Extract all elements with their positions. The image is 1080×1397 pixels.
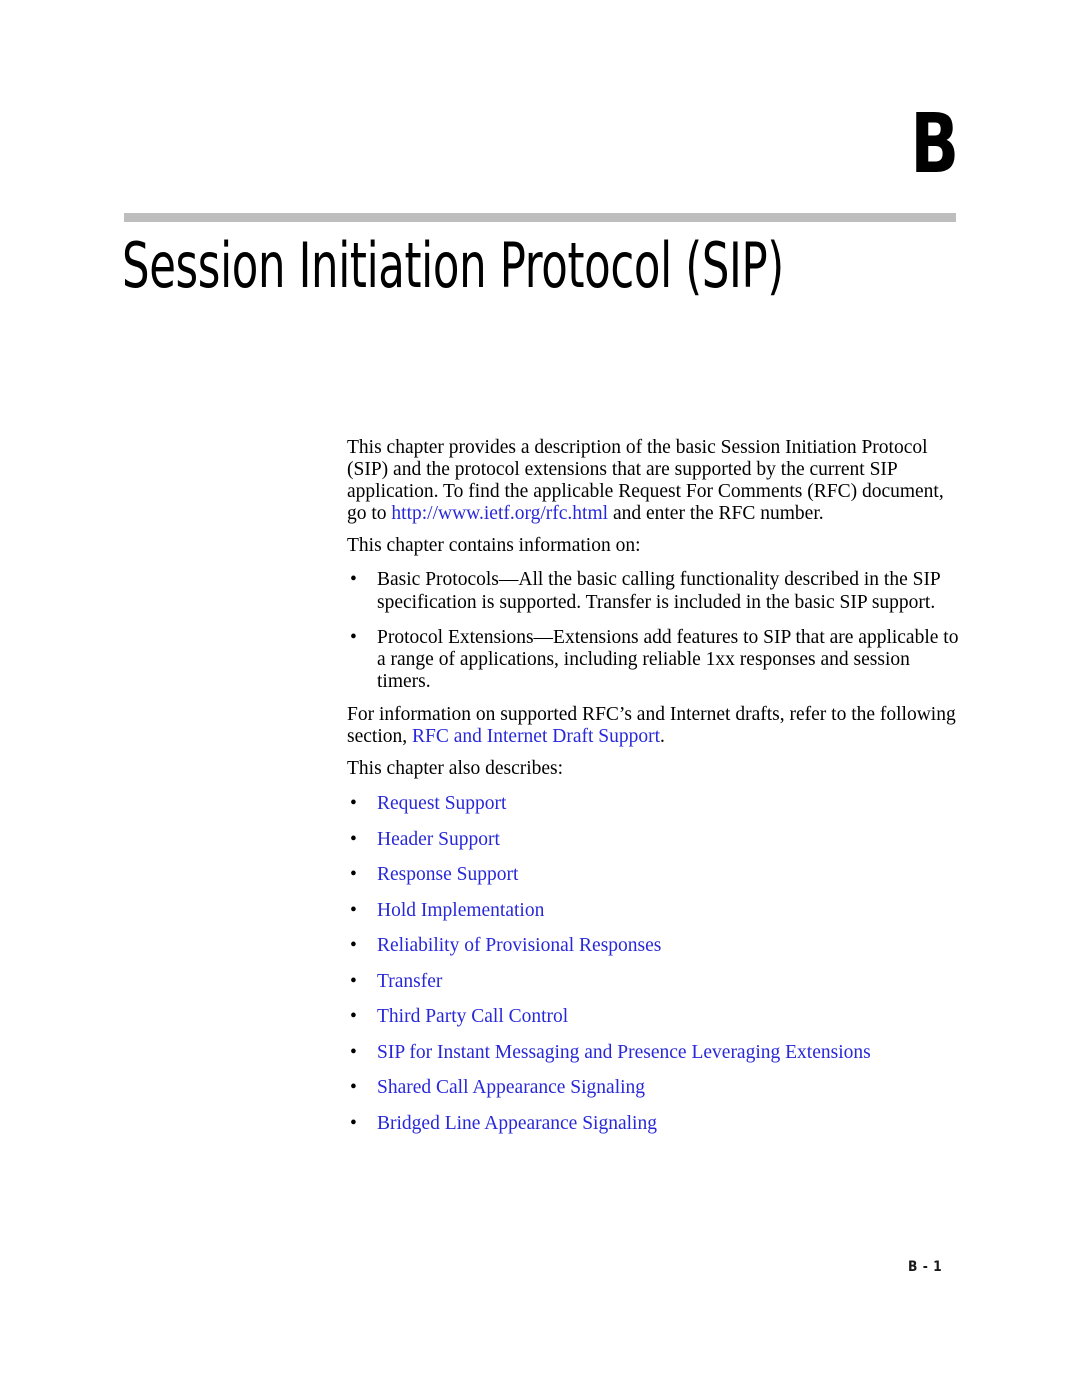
bullet-icon: • — [350, 1041, 357, 1063]
bullet-icon: • — [350, 1112, 357, 1134]
link-reliability-of-provisional-responses[interactable]: Reliability of Provisional Responses — [377, 935, 661, 956]
title-divider-rule — [124, 213, 956, 222]
list-item: • Third Party Call Control — [347, 1006, 962, 1028]
contains-information-line: This chapter contains information on: — [347, 535, 641, 557]
reference-text-after: . — [660, 726, 665, 748]
list-item: • SIP for Instant Messaging and Presence … — [347, 1042, 962, 1064]
body-content: This chapter provides a description of t… — [347, 437, 962, 1148]
bullet-icon: • — [350, 1077, 357, 1099]
list-item: • Shared Call Appearance Signaling — [347, 1077, 962, 1099]
list-item: • Basic Protocols—All the basic calling f… — [347, 569, 962, 613]
link-header-support[interactable]: Header Support — [377, 829, 500, 850]
list-item: • Response Support — [347, 864, 962, 886]
also-describes-line: This chapter also describes: — [347, 758, 564, 780]
bullet-icon: • — [350, 626, 357, 648]
list-item: • Reliability of Provisional Responses — [347, 935, 962, 957]
topic-separator: — — [533, 626, 554, 648]
topic-term: Protocol Extensions — [377, 626, 534, 648]
link-request-support[interactable]: Request Support — [377, 793, 506, 814]
link-shared-call-appearance-signaling[interactable]: Shared Call Appearance Signaling — [377, 1077, 645, 1098]
bullet-icon: • — [350, 569, 357, 591]
topic-term: Basic Protocols — [377, 569, 499, 591]
chapter-letter: B — [910, 97, 960, 192]
reference-paragraph: For information on supported RFC’s and I… — [347, 704, 962, 748]
ietf-rfc-url-link[interactable]: http://www.ietf.org/rfc.html — [391, 503, 608, 524]
list-item: • Request Support — [347, 793, 962, 815]
link-bridged-line-appearance-signaling[interactable]: Bridged Line Appearance Signaling — [377, 1113, 657, 1134]
link-hold-implementation[interactable]: Hold Implementation — [377, 900, 544, 921]
intro-text-after-link: and enter the RFC number. — [608, 503, 824, 525]
bullet-icon: • — [350, 864, 357, 886]
describes-link-list: • Request Support • Header Support • Respon… — [347, 793, 962, 1134]
bullet-icon: • — [350, 828, 357, 850]
document-page: B Session Initiation Protocol (SIP) This… — [0, 0, 1080, 1397]
list-item: • Header Support — [347, 829, 962, 851]
topic-separator: — — [498, 569, 519, 591]
link-sip-for-instant-messaging[interactable]: SIP for Instant Messaging and Presence L… — [377, 1042, 871, 1063]
topics-list: • Basic Protocols—All the basic calling f… — [347, 569, 962, 692]
list-item: • Bridged Line Appearance Signaling — [347, 1113, 962, 1135]
link-response-support[interactable]: Response Support — [377, 864, 518, 885]
page-title: Session Initiation Protocol (SIP) — [122, 229, 784, 302]
bullet-icon: • — [350, 970, 357, 992]
link-transfer[interactable]: Transfer — [377, 971, 442, 992]
rfc-internet-draft-support-link[interactable]: RFC and Internet Draft Support — [412, 726, 660, 747]
intro-paragraph: This chapter provides a description of t… — [347, 437, 957, 525]
bullet-icon: • — [350, 793, 357, 815]
list-item: • Protocol Extensions—Extensions add feat… — [347, 627, 962, 693]
list-item: • Hold Implementation — [347, 900, 962, 922]
list-item: • Transfer — [347, 971, 962, 993]
bullet-icon: • — [350, 1006, 357, 1028]
footer-page-number: B - 1 — [908, 1259, 943, 1275]
link-third-party-call-control[interactable]: Third Party Call Control — [377, 1006, 568, 1027]
bullet-icon: • — [350, 899, 357, 921]
bullet-icon: • — [350, 935, 357, 957]
